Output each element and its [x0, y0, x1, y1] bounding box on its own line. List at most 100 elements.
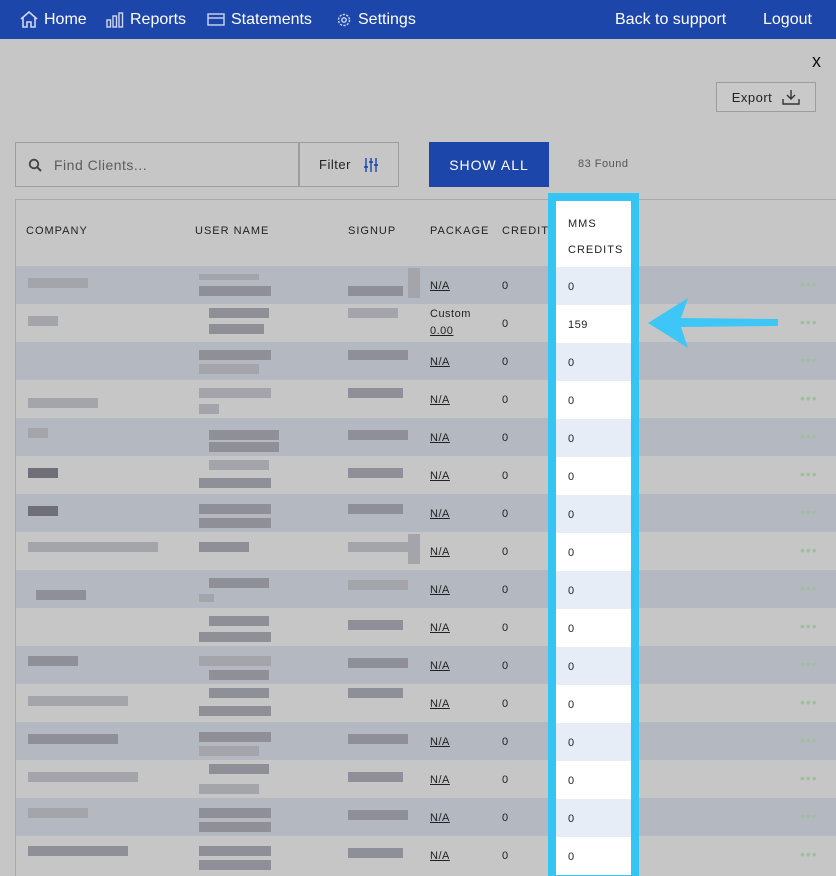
table-row[interactable]: N/A 0 •••	[16, 608, 836, 646]
table-row[interactable]: N/A 0 •••	[16, 798, 836, 836]
package-link[interactable]: N/A	[430, 432, 450, 444]
redacted-text	[28, 398, 98, 408]
show-all-button[interactable]: SHOW ALL	[429, 142, 549, 187]
redacted-text	[348, 772, 403, 782]
table-row[interactable]: N/A 0 •••	[16, 532, 836, 570]
package-link[interactable]: N/A	[430, 470, 450, 482]
package-link[interactable]: N/A	[430, 850, 450, 862]
row-menu-icon[interactable]: •••	[800, 770, 818, 786]
table-row[interactable]: N/A 0 •••	[16, 836, 836, 874]
logout-link[interactable]: Logout	[763, 0, 812, 39]
table-row[interactable]: N/A 0 •••	[16, 722, 836, 760]
redacted-text	[28, 734, 118, 744]
nav-home-label: Home	[44, 10, 87, 28]
mms-credits-value: 0	[556, 837, 631, 875]
download-icon	[782, 90, 800, 105]
row-menu-icon[interactable]: •••	[800, 846, 818, 862]
redacted-text	[209, 688, 269, 698]
credits-value: 0	[502, 318, 509, 330]
redacted-text	[209, 616, 269, 626]
package-link[interactable]: 0.00	[430, 325, 453, 337]
row-menu-icon[interactable]: •••	[800, 390, 818, 406]
redacted-text	[199, 860, 271, 870]
column-header-user-name[interactable]: USER NAME	[195, 225, 269, 237]
redacted-text	[28, 808, 88, 818]
export-button[interactable]: Export	[716, 82, 816, 112]
row-menu-icon[interactable]: •••	[800, 580, 818, 596]
redacted-text	[348, 350, 408, 360]
redacted-text	[199, 388, 271, 398]
column-header-package[interactable]: PACKAGE	[430, 225, 489, 237]
package-link[interactable]: N/A	[430, 660, 450, 672]
package-link[interactable]: N/A	[430, 508, 450, 520]
redacted-text	[408, 268, 420, 298]
package-link[interactable]: N/A	[430, 280, 450, 292]
search-icon	[16, 158, 54, 172]
row-menu-icon[interactable]: •••	[800, 352, 818, 368]
column-header-signup[interactable]: SIGNUP	[348, 225, 396, 237]
row-menu-icon[interactable]: •••	[800, 732, 818, 748]
package-link[interactable]: N/A	[430, 356, 450, 368]
package-link[interactable]: N/A	[430, 622, 450, 634]
table-row[interactable]: N/A 0 •••	[16, 760, 836, 798]
table-row[interactable]: N/A 0 •••	[16, 418, 836, 456]
row-menu-icon[interactable]: •••	[800, 808, 818, 824]
nav-home[interactable]: Home	[20, 0, 87, 39]
table-row[interactable]: N/A 0 •••	[16, 646, 836, 684]
table-row[interactable]: N/A 0 •••	[16, 494, 836, 532]
column-header-mms-credits[interactable]: MMS CREDITS	[556, 201, 631, 267]
table-row[interactable]: N/A 0 •••	[16, 456, 836, 494]
nav-reports[interactable]: Reports	[106, 0, 186, 39]
credits-value: 0	[502, 584, 509, 596]
filter-label: Filter	[319, 157, 351, 172]
credits-value: 0	[502, 394, 509, 406]
redacted-text	[348, 620, 403, 630]
row-menu-icon[interactable]: •••	[800, 504, 818, 520]
column-header-company[interactable]: COMPANY	[26, 225, 88, 237]
row-menu-icon[interactable]: •••	[800, 428, 818, 444]
row-menu-icon[interactable]: •••	[800, 466, 818, 482]
package-link[interactable]: N/A	[430, 774, 450, 786]
redacted-text	[199, 808, 271, 818]
table-body: N/A 0 ••• Custom 0.00 0 ••• N/A 0 ••• N/A 0 ••• N/A 0 •…	[16, 266, 836, 874]
table-row[interactable]: N/A 0 •••	[16, 380, 836, 418]
redacted-text	[199, 632, 271, 642]
mms-header-line1: MMS	[568, 218, 597, 230]
redacted-text	[199, 350, 271, 360]
row-menu-icon[interactable]: •••	[800, 542, 818, 558]
package-link[interactable]: N/A	[430, 736, 450, 748]
nav-statements[interactable]: Statements	[207, 0, 312, 39]
nav-reports-label: Reports	[130, 10, 187, 28]
redacted-text	[348, 658, 408, 668]
close-button[interactable]: x	[812, 51, 821, 72]
redacted-text	[36, 590, 86, 600]
table-row[interactable]: N/A 0 •••	[16, 684, 836, 722]
row-menu-icon[interactable]: •••	[800, 694, 818, 710]
redacted-text	[199, 656, 271, 666]
nav-statements-label: Statements	[231, 10, 312, 28]
mms-credits-value: 0	[556, 457, 631, 495]
redacted-text	[28, 542, 158, 552]
row-menu-icon[interactable]: •••	[800, 276, 818, 292]
nav-settings[interactable]: Settings	[336, 0, 416, 39]
package-link[interactable]: N/A	[430, 812, 450, 824]
package-link[interactable]: N/A	[430, 394, 450, 406]
redacted-text	[348, 848, 403, 858]
mms-credits-value: 0	[556, 761, 631, 799]
package-link[interactable]: N/A	[430, 546, 450, 558]
redacted-text	[28, 468, 58, 478]
package-link[interactable]: N/A	[430, 698, 450, 710]
mms-credits-value: 0	[556, 685, 631, 723]
back-to-support-link[interactable]: Back to support	[615, 0, 726, 39]
row-menu-icon[interactable]: •••	[800, 656, 818, 672]
package-link[interactable]: N/A	[430, 584, 450, 596]
filter-button[interactable]: Filter	[299, 142, 399, 187]
table-row[interactable]: N/A 0 •••	[16, 570, 836, 608]
home-icon	[20, 11, 38, 28]
package-label: Custom	[430, 308, 471, 320]
search-input[interactable]	[54, 156, 284, 173]
row-menu-icon[interactable]: •••	[800, 314, 818, 330]
redacted-text	[199, 274, 259, 280]
callout-arrow-icon	[648, 298, 778, 348]
row-menu-icon[interactable]: •••	[800, 618, 818, 634]
